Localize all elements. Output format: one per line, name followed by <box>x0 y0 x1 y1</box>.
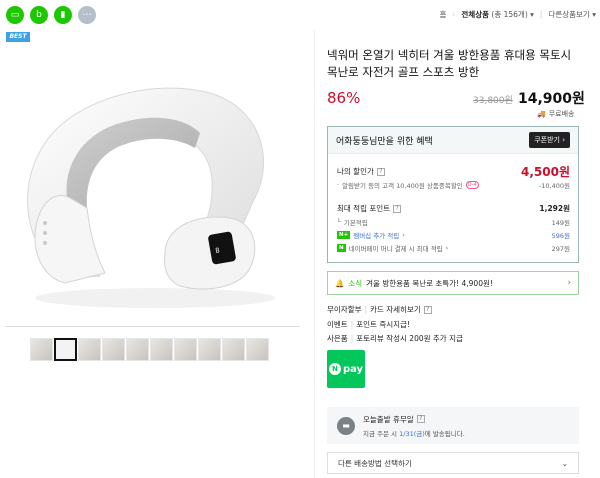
event-row: 이벤트 | 포인트 즉시지급! <box>327 319 410 330</box>
thumbnail-5[interactable] <box>126 338 149 361</box>
shipping-label: 무료배송 <box>548 110 575 118</box>
thumbnail-8[interactable] <box>198 338 221 361</box>
benefit-header: 어화둥둥님만을 위한 혜택 쿠폰받기 › <box>328 127 578 154</box>
my-discount-row: 나의 할인가? 4,500원 <box>337 163 570 180</box>
chevron-right-icon: › <box>567 278 571 288</box>
discount-rate: 86% <box>327 89 361 107</box>
alarm-discount-row: · 알림받기 등의 고객 10,400원 상품중복할인 D-4 -10,400원 <box>337 181 570 190</box>
npay-n-icon: N <box>328 363 341 375</box>
separator: | <box>350 334 354 343</box>
share-icons: ▭ b ▮ ··· <box>6 6 96 24</box>
thumbnail-2[interactable] <box>54 338 77 361</box>
basic-label: 기본적립 <box>343 219 368 227</box>
dday-badge: D-4 <box>465 181 479 189</box>
thumbnail-9[interactable] <box>222 338 245 361</box>
thumbnail-7[interactable] <box>174 338 197 361</box>
delivery-text: 오늘출발 휴무일? 지금 주문 시 1/31(금)에 발송됩니다. <box>363 414 465 438</box>
installment-label: 무이자할부 <box>327 305 362 314</box>
breadcrumb: 홈 › 전체상품 (총 156개) ▾ | 다른상품보기 ▾ <box>439 9 596 20</box>
membership-label: 멤버십 추가 적립 <box>353 232 400 240</box>
delivery-method-select[interactable]: 다른 배송방법 선택하기 ⌄ <box>327 452 579 474</box>
delivery-notice: ▬ 오늘출발 휴무일? 지금 주문 시 1/31(금)에 발송됩니다. <box>327 407 579 444</box>
image-divider <box>5 326 300 327</box>
delivery-truck-icon: ▬ <box>337 416 355 435</box>
thumbnail-10[interactable] <box>246 338 269 361</box>
membership-points-row[interactable]: N+ 멤버십 추가 적립 › 596원 <box>337 230 570 240</box>
delivery-desc-suffix: 에 발송됩니다. <box>424 429 465 438</box>
gift-text: 포토리뷰 작성시 200원 추가 지급 <box>356 334 463 343</box>
help-icon[interactable]: ? <box>376 167 385 176</box>
news-text: 겨울 방한용품 목난로 초특가! 4,900원! <box>366 278 493 288</box>
my-discount-label: 나의 할인가 <box>337 167 374 176</box>
delivery-title: 오늘출발 휴무일 <box>363 414 414 424</box>
band-icon[interactable]: b <box>30 6 48 24</box>
thumbnail-4[interactable] <box>102 338 125 361</box>
bell-icon: 🔔 <box>335 278 345 288</box>
other-products-label: 다른상품보기 <box>548 10 590 19</box>
thumbnail-3[interactable] <box>78 338 101 361</box>
event-label: 이벤트 <box>327 320 348 329</box>
breadcrumb-count: (총 156개) <box>491 10 528 19</box>
sale-price: 14,900원 <box>518 91 585 107</box>
naverpay-label: 네이버페이 머니 결제 시 최대 적립 <box>348 245 443 253</box>
product-title: 넥워머 온열기 넥히터 겨울 방한용품 휴대용 목토시 목난로 자전거 골프 스… <box>327 48 572 79</box>
product-image[interactable]: 8 <box>5 48 300 326</box>
points-label: 최대 적립 포인트 <box>337 204 391 213</box>
benefit-box: 어화둥둥님만을 위한 혜택 쿠폰받기 › 나의 할인가? 4,500원 · 알림… <box>327 126 579 263</box>
separator: | <box>350 320 354 329</box>
delivery-desc-prefix: 지금 주문 시 <box>363 429 398 438</box>
coupon-button[interactable]: 쿠폰받기 › <box>529 132 570 148</box>
thumbnail-6[interactable] <box>150 338 173 361</box>
alarm-value: -10,400원 <box>538 182 570 190</box>
breadcrumb-all-label: 전체상품 <box>461 10 489 19</box>
top-bar: ▭ b ▮ ··· 홈 › 전체상품 (총 156개) ▾ | 다른상품보기 ▾ <box>0 0 600 30</box>
more-icon[interactable]: ··· <box>78 6 96 24</box>
delivery-date: 1/31(금) <box>399 429 425 438</box>
gift-label: 사은품 <box>327 334 348 343</box>
basic-value: 149원 <box>551 219 570 227</box>
neck-warmer-illustration: 8 <box>27 87 275 308</box>
news-prefix: 소식 <box>348 278 363 288</box>
membership-value: 596원 <box>551 232 570 240</box>
bookmark-icon[interactable]: ▮ <box>54 6 72 24</box>
gift-row: 사은품 | 포토리뷰 작성시 200원 추가 지급 <box>327 333 463 344</box>
other-products-link[interactable]: 다른상품보기 ▾ <box>548 9 596 20</box>
basic-points-row: └ 기본적립 149원 <box>337 218 570 227</box>
naverpay-points-row[interactable]: N 네이버페이 머니 결제 시 최대 적립 › 297원 <box>337 243 570 253</box>
npay-label: pay <box>342 363 364 375</box>
help-icon[interactable]: ? <box>423 305 432 314</box>
coupon-button-label: 쿠폰받기 <box>534 136 560 144</box>
npay-small-icon: N <box>337 244 346 252</box>
best-badge: BEST <box>6 32 30 42</box>
my-discount-value: 4,500원 <box>521 165 570 179</box>
breadcrumb-home[interactable]: 홈 <box>439 9 446 20</box>
delivery-method-label: 다른 배송방법 선택하기 <box>338 458 412 468</box>
help-icon[interactable]: ? <box>416 415 425 423</box>
benefit-title: 어화둥둥님만을 위한 혜택 <box>336 136 433 147</box>
separator: | <box>364 305 368 314</box>
alarm-label: 알림받기 등의 고객 10,400원 상품중복할인 <box>342 182 463 190</box>
truck-icon: 🚚 <box>537 110 546 118</box>
points-row: 최대 적립 포인트? 1,292원 <box>337 203 570 214</box>
thumbnail-strip <box>30 338 269 361</box>
installment-row: 무이자할부 | 카드 자세히보기 ? <box>327 304 432 315</box>
news-banner[interactable]: 🔔 소식 겨울 방한용품 목난로 초특가! 4,900원! › <box>327 271 579 295</box>
original-price: 33,800원 <box>473 96 513 106</box>
breadcrumb-divider: | <box>539 10 543 19</box>
breadcrumb-all-products[interactable]: 전체상품 (총 156개) ▾ <box>461 9 534 20</box>
npay-button[interactable]: N pay <box>327 350 365 388</box>
talk-icon[interactable]: ▭ <box>6 6 24 24</box>
thumbnail-1[interactable] <box>30 338 53 361</box>
help-icon[interactable]: ? <box>393 204 402 213</box>
column-divider <box>314 30 315 478</box>
nplus-icon: N+ <box>337 231 351 239</box>
chevron-down-icon: ⌄ <box>561 458 568 468</box>
naverpay-value: 297원 <box>551 245 570 253</box>
shipping-info: 🚚 무료배송 <box>537 109 574 119</box>
points-value: 1,292원 <box>539 204 570 213</box>
breadcrumb-separator: › <box>452 10 456 19</box>
card-detail-link[interactable]: 카드 자세히보기 <box>370 304 421 315</box>
event-text: 포인트 즉시지급! <box>356 320 410 329</box>
